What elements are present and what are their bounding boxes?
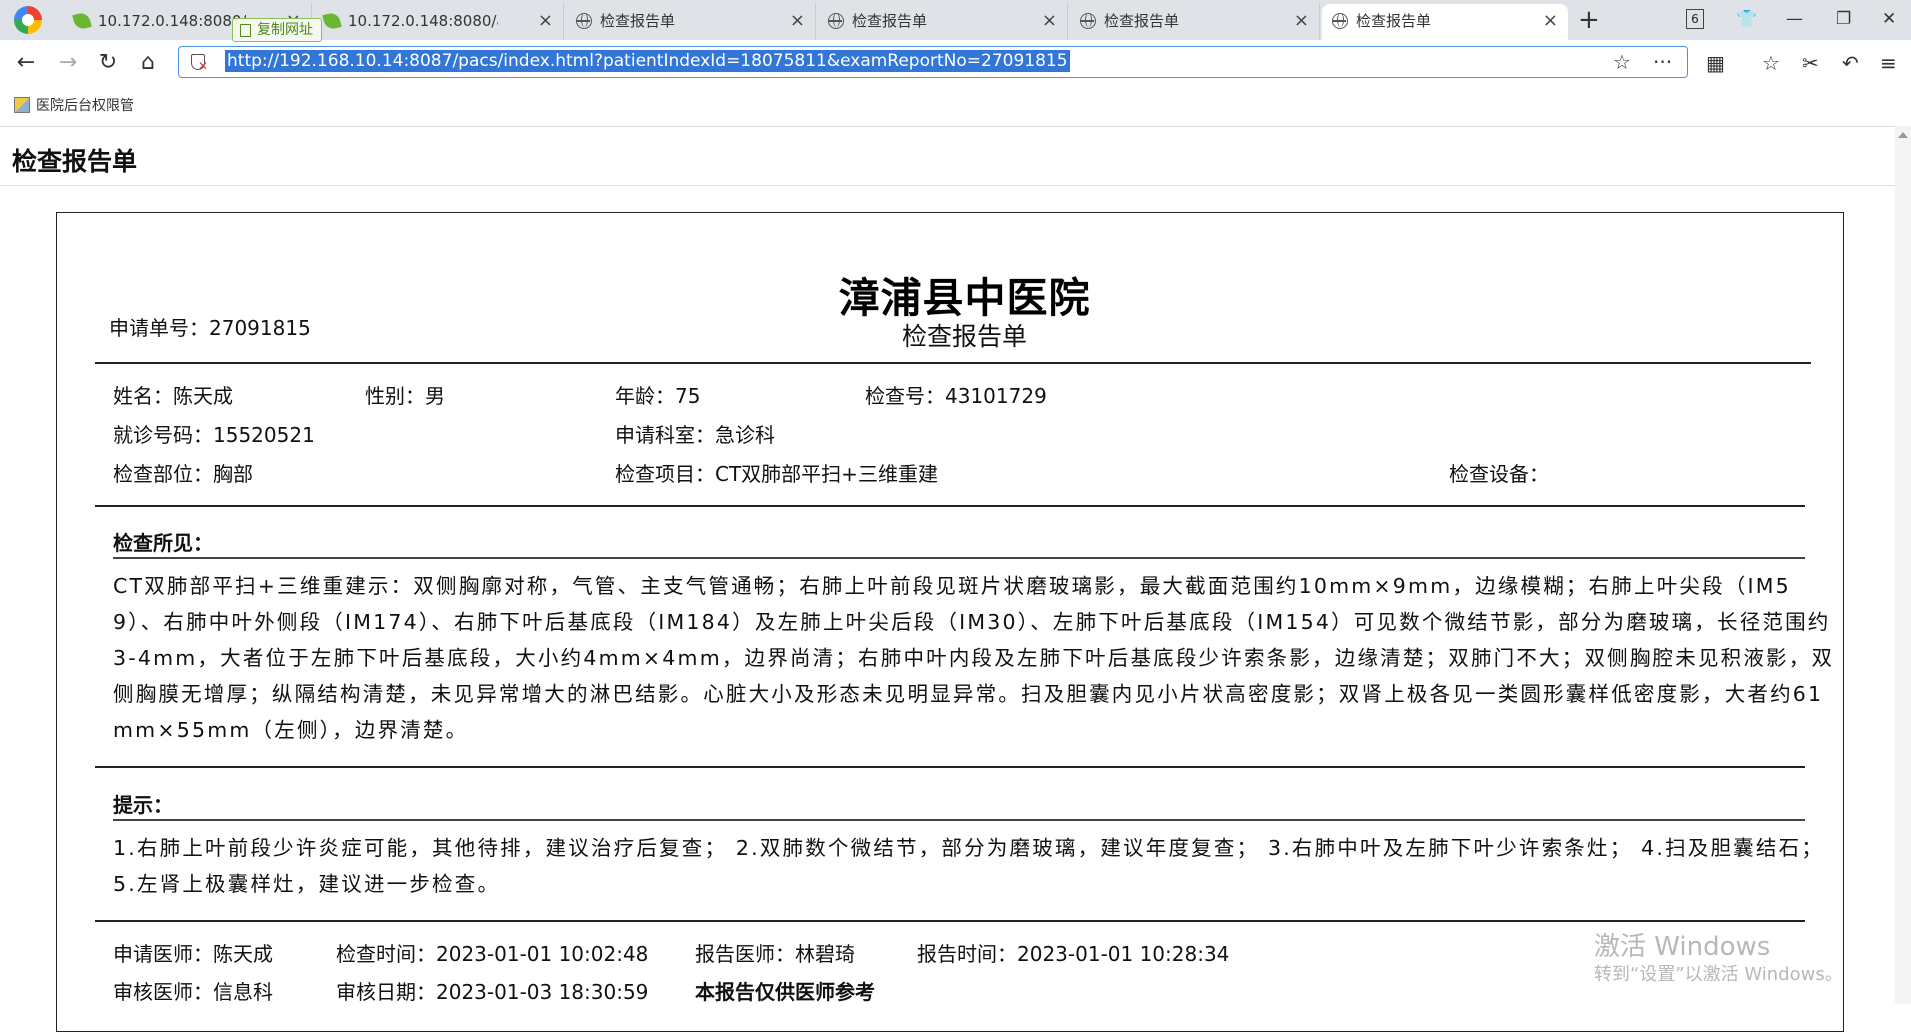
- tab-title: 检查报告单: [600, 12, 676, 30]
- new-tab-button[interactable]: +: [1578, 6, 1600, 34]
- divider: [113, 557, 1805, 559]
- copy-url-tooltip[interactable]: 复制网址: [232, 18, 322, 42]
- tab-title: 检查报告单: [852, 12, 928, 30]
- forward-button[interactable]: →: [54, 49, 82, 77]
- exam-time: 检查时间：2023-01-01 10:02:48: [336, 942, 649, 966]
- tab-count-badge[interactable]: 6: [1686, 9, 1704, 29]
- address-bar[interactable]: http://192.168.10.14:8087/pacs/index.htm…: [178, 46, 1688, 78]
- patient-name: 姓名：陈天成: [113, 384, 233, 408]
- report-sheet: 漳浦县中医院 检查报告单 申请单号：27091815 姓名：陈天成 性别：男 年…: [56, 212, 1844, 1032]
- back-button[interactable]: ←: [12, 49, 40, 77]
- close-icon[interactable]: ×: [1543, 4, 1558, 38]
- leaf-icon: [322, 11, 342, 31]
- scrollbar[interactable]: [1895, 126, 1911, 1004]
- globe-icon: [1332, 13, 1348, 29]
- tab-title: 检查报告单: [1104, 12, 1180, 30]
- reload-button[interactable]: ↻: [94, 49, 122, 77]
- audit-doctor: 审核医师：信息科: [113, 980, 273, 1004]
- more-icon[interactable]: ···: [1653, 49, 1672, 75]
- divider: [95, 362, 1811, 364]
- window-close-button[interactable]: ✕: [1882, 6, 1896, 32]
- exam-item: 检查项目：CT双肺部平扫+三维重建: [615, 462, 938, 486]
- request-number: 申请单号：27091815: [109, 316, 311, 340]
- leaf-icon: [72, 11, 92, 31]
- divider: [95, 766, 1805, 768]
- divider: [95, 920, 1805, 922]
- globe-icon: [828, 13, 844, 29]
- patient-sex: 性别：男: [365, 384, 445, 408]
- url-text[interactable]: http://192.168.10.14:8087/pacs/index.htm…: [225, 50, 1070, 72]
- exam-body-part: 检查部位：胸部: [113, 462, 253, 486]
- close-icon[interactable]: ×: [790, 4, 805, 38]
- scissors-icon[interactable]: ✂: [1802, 49, 1819, 77]
- tab-title: 10.172.0.148:8080/api/E: [348, 12, 498, 30]
- bookmark-item[interactable]: 医院后台权限管: [14, 96, 134, 116]
- favorites-list-icon[interactable]: ☆: [1762, 49, 1780, 77]
- tab-5[interactable]: 检查报告单 ×: [1070, 4, 1320, 40]
- hint-text: 1.右肺上叶前段少许炎症可能，其他待排，建议治疗后复查； 2.双肺数个微结节，部…: [113, 836, 1824, 896]
- skin-icon[interactable]: 👕: [1736, 6, 1757, 32]
- request-department: 申请科室：急诊科: [615, 423, 775, 447]
- tab-title: 检查报告单: [1356, 12, 1432, 30]
- apps-grid-icon[interactable]: ▦: [1706, 49, 1725, 77]
- close-icon[interactable]: ×: [1042, 4, 1057, 38]
- globe-icon: [1080, 13, 1096, 29]
- report-time: 报告时间：2023-01-01 10:28:34: [917, 942, 1230, 966]
- close-icon[interactable]: ×: [538, 4, 553, 38]
- bookmark-icon: [14, 97, 30, 113]
- not-secure-icon[interactable]: [191, 54, 208, 73]
- star-icon[interactable]: ☆: [1613, 49, 1631, 75]
- patient-age: 年龄：75: [615, 384, 701, 408]
- report-note: 本报告仅供医师参考: [695, 980, 875, 1004]
- tab-4[interactable]: 检查报告单 ×: [818, 4, 1068, 40]
- findings-title: 检查所见：: [113, 531, 213, 555]
- navigation-bar: ← → ↻ ⌂ http://192.168.10.14:8087/pacs/i…: [0, 40, 1911, 86]
- report-doctor: 报告医师：林碧琦: [695, 942, 855, 966]
- tab-6-active[interactable]: 检查报告单 ×: [1322, 4, 1568, 40]
- findings-text: CT双肺部平扫+三维重建示：双侧胸廓对称，气管、主支气管通畅；右肺上叶前段见斑片…: [113, 574, 1835, 742]
- close-icon[interactable]: ×: [1294, 4, 1309, 38]
- divider: [0, 185, 1895, 186]
- request-doctor: 申请医师：陈天成: [113, 942, 273, 966]
- audit-date: 审核日期：2023-01-03 18:30:59: [336, 980, 649, 1004]
- hospital-name: 漳浦县中医院: [838, 274, 1091, 322]
- tab-strip: 10.172.0.148:8080/ × 10.172.0.148:8080/a…: [0, 0, 1911, 42]
- home-button[interactable]: ⌂: [134, 49, 162, 77]
- undo-icon[interactable]: ↶: [1842, 49, 1859, 77]
- activation-watermark-subtitle: 转到“设置”以激活 Windows。: [1594, 964, 1843, 985]
- scroll-up-arrow-icon[interactable]: [1898, 132, 1908, 138]
- bookmarks-bar: 医院后台权限管: [0, 86, 1911, 127]
- globe-icon: [576, 13, 592, 29]
- tab-2[interactable]: 10.172.0.148:8080/api/E ×: [314, 4, 564, 40]
- restore-button[interactable]: ❐: [1836, 6, 1851, 32]
- exam-device: 检查设备：: [1449, 462, 1549, 486]
- minimize-button[interactable]: —: [1786, 6, 1803, 32]
- bookmark-label: 医院后台权限管: [36, 98, 134, 114]
- hint-title: 提示：: [113, 793, 173, 817]
- divider: [95, 505, 1805, 507]
- visit-number: 就诊号码：15520521: [113, 423, 315, 447]
- report-title: 检查报告单: [901, 322, 1027, 351]
- exam-number: 检查号：43101729: [865, 384, 1047, 408]
- menu-icon[interactable]: ≡: [1880, 49, 1897, 77]
- tab-3[interactable]: 检查报告单 ×: [566, 4, 816, 40]
- page-title: 检查报告单: [12, 147, 138, 176]
- browser-logo-icon[interactable]: [14, 6, 42, 34]
- activation-watermark-title: 激活 Windows: [1594, 932, 1771, 962]
- tab-title: 10.172.0.148:8080/: [98, 12, 247, 30]
- divider: [113, 819, 1805, 821]
